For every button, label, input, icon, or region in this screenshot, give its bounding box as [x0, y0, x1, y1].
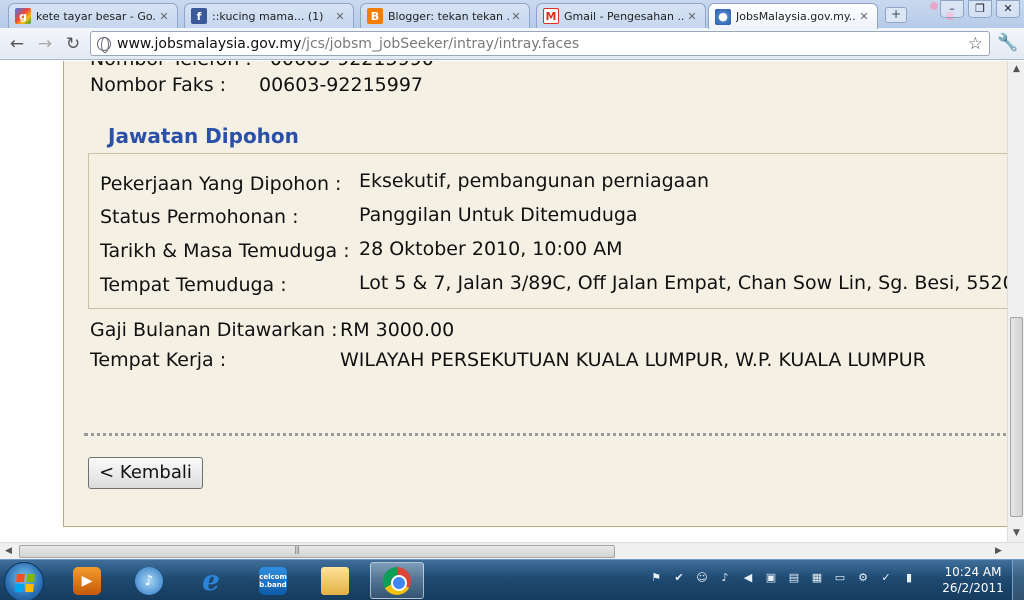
scroll-grip-icon: |||: [294, 545, 300, 554]
internet-explorer-icon: e: [202, 564, 220, 597]
clipboard-icon[interactable]: ▤: [786, 570, 802, 586]
tab-title: ::kucing mama... (1): [212, 9, 324, 23]
show-desktop-button[interactable]: [1012, 560, 1024, 600]
windows-logo-icon: [15, 574, 35, 592]
new-tab-button[interactable]: +: [885, 7, 907, 23]
fax-label: Nombor Faks :: [90, 74, 227, 96]
tab-title: Gmail - Pengesahan ...: [564, 9, 685, 23]
horizontal-scroll-thumb[interactable]: [19, 545, 615, 558]
folder-icon: [321, 566, 349, 595]
tab-title: Blogger: tekan tekan ...: [388, 9, 509, 23]
tab-blogger[interactable]: B Blogger: tekan tekan ... ✕: [360, 3, 530, 28]
interview-place-label: Tempat Temuduga :: [100, 274, 287, 296]
close-icon[interactable]: ✕: [509, 10, 523, 23]
taskbar-file-explorer[interactable]: [308, 562, 362, 599]
tab-facebook[interactable]: f ::kucing mama... (1) ✕: [184, 3, 354, 28]
tab-google-search[interactable]: g kete tayar besar - Go... ✕: [8, 3, 178, 28]
scroll-right-arrow-icon[interactable]: ▶: [990, 543, 1007, 560]
media-player-icon: ▶: [73, 566, 101, 595]
divider: [84, 433, 1007, 436]
antivirus-icon[interactable]: ✓: [878, 570, 894, 586]
network-icon[interactable]: ▦: [809, 570, 825, 586]
speaker-icon[interactable]: ♪: [717, 570, 733, 586]
interview-place-value: Lot 5 & 7, Jalan 3/89C, Off Jalan Empat,…: [359, 272, 1007, 294]
fax-value: 00603-92215997: [259, 74, 424, 96]
gmail-icon: M: [543, 8, 559, 24]
window-controls: – ❐ ✕: [940, 0, 1020, 18]
clock-time: 10:24 AM: [944, 565, 1002, 579]
interview-datetime-value: 28 Oktober 2010, 10:00 AM: [359, 238, 623, 260]
job-applied-value: Eksekutif, pembangunan perniagaan: [359, 170, 710, 192]
device-icon[interactable]: ▣: [763, 570, 779, 586]
windows-taskbar: ▶ ♪ e celcom b.band ⚑ ✔ ☺ ♪ ◀ ▣ ▤ ▦ ▭ ⚙ ✓…: [0, 559, 1024, 600]
url-host: www.jobsmalaysia.gov.my: [117, 35, 302, 52]
bookmark-star-icon[interactable]: ☆: [968, 34, 983, 54]
interview-datetime-label: Tarikh & Masa Temuduga :: [100, 240, 350, 262]
tab-title: JobsMalaysia.gov.my...: [736, 10, 857, 23]
close-icon[interactable]: ✕: [685, 10, 699, 23]
tab-jobsmalaysia[interactable]: ● JobsMalaysia.gov.my... ✕: [708, 3, 878, 29]
restore-button[interactable]: ❐: [968, 0, 992, 18]
blogger-icon: B: [367, 8, 383, 24]
globe-icon: [97, 36, 111, 53]
scroll-left-arrow-icon[interactable]: ◀: [0, 543, 17, 560]
security-check-icon[interactable]: ✔: [671, 570, 687, 586]
taskbar-itunes[interactable]: ♪: [122, 562, 176, 599]
system-clock[interactable]: 10:24 AM 26/2/2011: [938, 564, 1008, 596]
salary-value: RM 3000.00: [340, 319, 455, 341]
forward-arrow-icon[interactable]: →: [34, 33, 56, 55]
theme-decoration: [930, 2, 938, 10]
status-value: Panggilan Untuk Ditemuduga: [359, 204, 638, 226]
taskbar-celcom-broadband[interactable]: celcom b.band: [246, 562, 300, 599]
applied-job-box: Pekerjaan Yang Dipohon : Eksekutif, pemb…: [88, 153, 1007, 309]
application-detail-panel: Nombor Telefon : 00603-92215990 Nombor F…: [63, 61, 1007, 527]
scroll-down-arrow-icon[interactable]: ▼: [1008, 525, 1024, 542]
google-icon: g: [15, 8, 31, 24]
tab-title: kete tayar besar - Go...: [36, 9, 157, 23]
address-bar[interactable]: www.jobsmalaysia.gov.my/jcs/jobsm_jobSee…: [90, 31, 990, 56]
browser-toolbar: ← → ↻ www.jobsmalaysia.gov.my/jcs/jobsm_…: [0, 28, 1024, 60]
section-title: Jawatan Dipohon: [108, 124, 299, 148]
page-viewport: Nombor Telefon : 00603-92215990 Nombor F…: [0, 61, 1007, 542]
workplace-label: Tempat Kerja :: [90, 349, 227, 371]
messenger-icon[interactable]: ☺: [694, 570, 710, 586]
salary-label: Gaji Bulanan Ditawarkan :: [90, 319, 338, 341]
phone-row-partial: Nombor Telefon : 00603-92215990: [90, 61, 434, 70]
taskbar-internet-explorer[interactable]: e: [184, 562, 238, 599]
scroll-up-arrow-icon[interactable]: ▲: [1008, 61, 1024, 78]
monitor-icon[interactable]: ▭: [832, 570, 848, 586]
signal-icon[interactable]: ▮: [901, 570, 917, 586]
workplace-value: WILAYAH PERSEKUTUAN KUALA LUMPUR, W.P. K…: [340, 349, 926, 371]
system-tray: ⚑ ✔ ☺ ♪ ◀ ▣ ▤ ▦ ▭ ⚙ ✓ ▮: [648, 570, 917, 586]
taskbar-chrome[interactable]: [370, 562, 424, 599]
volume-icon[interactable]: ◀: [740, 570, 756, 586]
clock-date: 26/2/2011: [942, 581, 1004, 595]
facebook-icon: f: [191, 8, 207, 24]
jobsmalaysia-icon: ●: [715, 8, 731, 25]
itunes-icon: ♪: [135, 566, 163, 595]
tab-gmail[interactable]: M Gmail - Pengesahan ... ✕: [536, 3, 706, 28]
close-window-button[interactable]: ✕: [996, 0, 1020, 18]
vertical-scroll-thumb[interactable]: [1010, 317, 1023, 517]
reload-icon[interactable]: ↻: [62, 33, 84, 55]
back-arrow-icon[interactable]: ←: [6, 33, 28, 55]
chrome-icon: [383, 566, 411, 595]
close-icon[interactable]: ✕: [333, 10, 347, 23]
close-icon[interactable]: ✕: [857, 10, 871, 23]
close-icon[interactable]: ✕: [157, 10, 171, 23]
url-path: /jcs/jobsm_jobSeeker/intray/intray.faces: [301, 35, 580, 52]
horizontal-scrollbar[interactable]: ◀ ||| ▶: [0, 542, 1024, 559]
status-label: Status Permohonan :: [100, 206, 299, 228]
back-button[interactable]: < Kembali: [88, 457, 203, 489]
taskbar-media-player[interactable]: ▶: [60, 562, 114, 599]
wrench-icon[interactable]: 🔧: [997, 33, 1018, 53]
job-applied-label: Pekerjaan Yang Dipohon :: [100, 173, 342, 195]
usb-icon[interactable]: ⚙: [855, 570, 871, 586]
minimize-button[interactable]: –: [940, 0, 964, 18]
celcom-broadband-icon: celcom b.band: [259, 566, 287, 595]
flag-icon[interactable]: ⚑: [648, 570, 664, 586]
vertical-scrollbar[interactable]: ▲ ▼: [1007, 61, 1024, 542]
start-button[interactable]: [4, 562, 44, 600]
browser-tabstrip: g kete tayar besar - Go... ✕ f ::kucing …: [0, 0, 1024, 29]
